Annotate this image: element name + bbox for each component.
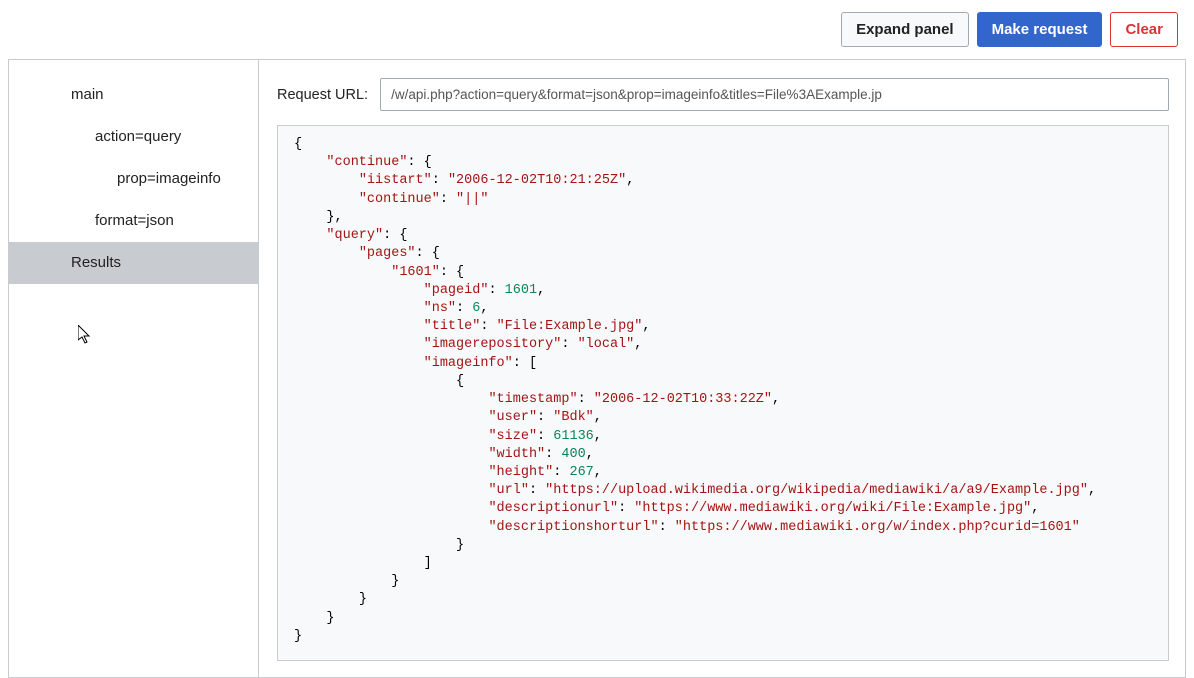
request-url-label: Request URL: xyxy=(277,87,368,103)
response-json-box: { "continue": { "iistart": "2006-12-02T1… xyxy=(277,125,1169,661)
main-content: Request URL: { "continue": { "iistart": … xyxy=(259,60,1185,677)
sidebar-item-prop[interactable]: prop=imageinfo xyxy=(9,158,258,200)
sidebar-item-action[interactable]: action=query xyxy=(9,116,258,158)
sidebar: main action=query prop=imageinfo format=… xyxy=(9,60,259,677)
make-request-button[interactable]: Make request xyxy=(977,12,1103,47)
expand-panel-button[interactable]: Expand panel xyxy=(841,12,969,47)
request-url-input[interactable] xyxy=(380,78,1169,111)
clear-button[interactable]: Clear xyxy=(1110,12,1178,47)
sidebar-item-results[interactable]: Results xyxy=(9,242,258,284)
panel: main action=query prop=imageinfo format=… xyxy=(8,59,1186,678)
sidebar-item-main[interactable]: main xyxy=(9,74,258,116)
toolbar: Expand panel Make request Clear xyxy=(0,0,1194,59)
request-url-row: Request URL: xyxy=(277,78,1169,111)
response-json[interactable]: { "continue": { "iistart": "2006-12-02T1… xyxy=(294,136,1154,646)
sidebar-item-format[interactable]: format=json xyxy=(9,200,258,242)
